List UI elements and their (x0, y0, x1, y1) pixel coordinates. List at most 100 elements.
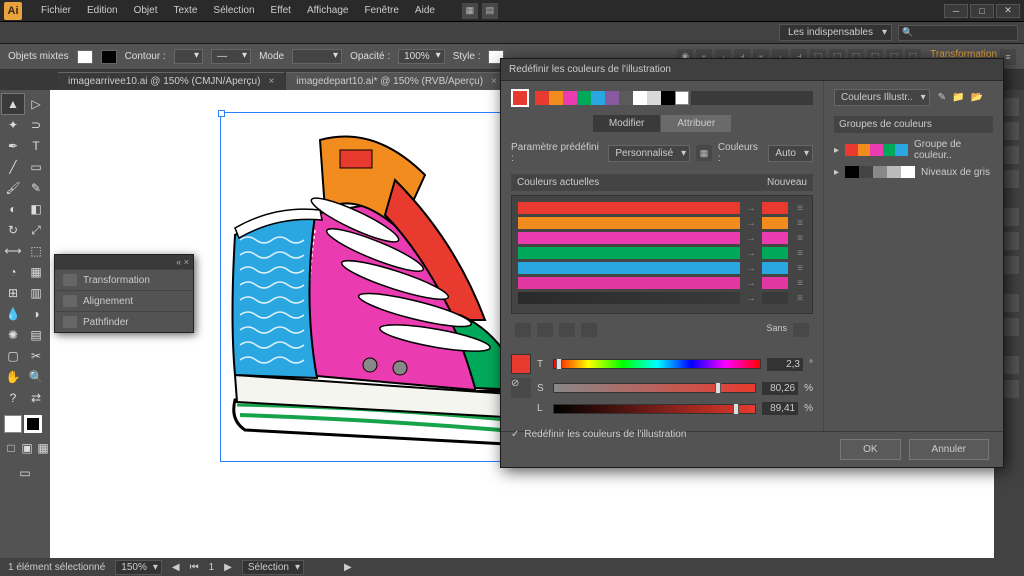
draw-mode-inside[interactable]: ▦ (36, 438, 50, 458)
minimize-button[interactable]: ─ (944, 4, 968, 18)
zoom-dropdown[interactable]: 150% (115, 560, 162, 575)
tab-attribuer[interactable]: Attribuer (661, 115, 731, 132)
menu-aide[interactable]: Aide (408, 2, 442, 19)
scale-tool[interactable]: ⤢ (25, 220, 47, 240)
panel-row-align[interactable]: Alignement (55, 290, 193, 311)
preset-menu-icon[interactable]: ▦ (696, 145, 712, 161)
document-tab-2[interactable]: imagedepart10.ai* @ 150% (RVB/Aperçu)× (286, 72, 507, 90)
swatch[interactable] (661, 91, 675, 105)
checkbox-icon[interactable]: ✓ (511, 429, 519, 440)
draw-mode-behind[interactable]: ▣ (20, 438, 34, 458)
close-tab-icon[interactable]: × (268, 76, 274, 87)
layout-icon[interactable]: ▦ (462, 3, 478, 19)
paintbrush-tool[interactable]: 🖌 (2, 178, 24, 198)
mesh-tool[interactable]: ⊞ (2, 283, 24, 303)
hand-tool[interactable]: ✋ (2, 367, 24, 387)
panel-header[interactable]: « × (55, 255, 193, 269)
merge-icon[interactable] (515, 323, 531, 337)
swatch[interactable] (675, 91, 689, 105)
help-tool[interactable]: ? (2, 388, 24, 408)
hue-slider[interactable] (553, 359, 761, 369)
cancel-button[interactable]: Annuler (909, 439, 989, 460)
folder-new-icon[interactable]: 📂 (971, 92, 983, 103)
rotate-tool[interactable]: ↻ (2, 220, 24, 240)
color-row[interactable]: →≡ (518, 277, 806, 289)
opacity-dropdown[interactable]: 100% (398, 49, 445, 64)
type-tool[interactable]: T (25, 136, 47, 156)
swatch[interactable] (605, 91, 619, 105)
nav-next-icon[interactable]: ▶ (224, 562, 232, 573)
swatch[interactable] (535, 91, 549, 105)
pencil-tool[interactable]: ✎ (25, 178, 47, 198)
edit-icon[interactable]: ✎ (938, 92, 946, 103)
stroke-swatch[interactable] (101, 50, 117, 64)
library-dropdown[interactable]: Couleurs Illustr.. (834, 89, 930, 106)
graph-tool[interactable]: ▤ (25, 325, 47, 345)
menu-texte[interactable]: Texte (167, 2, 205, 19)
drag-handle-icon[interactable]: ≡ (794, 263, 806, 274)
active-swatch[interactable] (511, 89, 529, 107)
menu-effet[interactable]: Effet (264, 2, 298, 19)
color-row[interactable]: →≡ (518, 262, 806, 274)
width-tool[interactable]: ⟷ (2, 241, 24, 261)
stroke-style-dropdown[interactable]: — (211, 49, 251, 64)
tsl-color-swatch[interactable] (511, 354, 531, 374)
document-tab-1[interactable]: imagearrivee10.ai @ 150% (CMJN/Aperçu)× (58, 72, 284, 90)
mode-dropdown[interactable] (292, 49, 342, 64)
eraser-tool[interactable]: ◧ (25, 199, 47, 219)
split-icon[interactable] (537, 323, 553, 337)
new-color-swatch[interactable] (762, 292, 788, 304)
new-color-swatch[interactable] (762, 277, 788, 289)
color-row[interactable]: →≡ (518, 247, 806, 259)
line-tool[interactable]: ╱ (2, 157, 24, 177)
search-input[interactable] (898, 25, 1018, 41)
panel-row-transform[interactable]: Transformation (55, 269, 193, 290)
tool-status[interactable]: Sélection (242, 560, 304, 575)
blend-tool[interactable]: ◑ (25, 304, 47, 324)
blob-brush-tool[interactable]: ◐ (2, 199, 24, 219)
maximize-button[interactable]: □ (970, 4, 994, 18)
panel-row-pathfinder[interactable]: Pathfinder (55, 311, 193, 332)
dialog-titlebar[interactable]: Redéfinir les couleurs de l'illustration (501, 59, 1003, 81)
expand-icon[interactable]: ▸ (834, 167, 839, 178)
toggle-tool[interactable]: ⇄ (25, 388, 47, 408)
free-transform-tool[interactable]: ⬚ (25, 241, 47, 261)
lum-value[interactable]: 89,41 (762, 402, 798, 415)
color-group-1[interactable]: ▸ Groupe de couleur.. (834, 139, 993, 161)
swatch[interactable] (619, 91, 633, 105)
new-color-swatch[interactable] (762, 202, 788, 214)
menu-edition[interactable]: Edition (80, 2, 125, 19)
drag-handle-icon[interactable]: ≡ (794, 203, 806, 214)
tab-modifier[interactable]: Modifier (593, 115, 661, 132)
swatch[interactable] (549, 91, 563, 105)
folder-icon[interactable]: 📁 (952, 92, 964, 103)
colors-dropdown[interactable]: Auto (768, 145, 813, 162)
new-row-icon[interactable] (581, 323, 597, 337)
direct-selection-tool[interactable]: ▷ (25, 94, 47, 114)
swatch[interactable] (577, 91, 591, 105)
link-icon[interactable]: ⊘ (511, 378, 531, 398)
scroll-right-icon[interactable]: ▶ (344, 562, 352, 573)
menu-affichage[interactable]: Affichage (300, 2, 356, 19)
close-tab-icon[interactable]: × (491, 76, 497, 87)
color-row[interactable]: →≡ (518, 232, 806, 244)
perspective-tool[interactable]: ▦ (25, 262, 47, 282)
menu-objet[interactable]: Objet (127, 2, 165, 19)
artboard-tool[interactable]: ▢ (2, 346, 24, 366)
stroke-weight-dropdown[interactable] (174, 49, 203, 64)
menu-selection[interactable]: Sélection (206, 2, 261, 19)
new-color-swatch[interactable] (762, 262, 788, 274)
lum-slider[interactable] (553, 404, 756, 414)
swatch[interactable] (633, 91, 647, 105)
magic-wand-tool[interactable]: ✦ (2, 115, 24, 135)
expand-icon[interactable]: ▸ (834, 145, 839, 156)
slice-tool[interactable]: ✂ (25, 346, 47, 366)
drag-handle-icon[interactable]: ≡ (794, 278, 806, 289)
shape-builder-tool[interactable]: ◔ (2, 262, 24, 282)
recolor-checkbox-row[interactable]: ✓ Redéfinir les couleurs de l'illustrati… (511, 429, 813, 440)
fill-swatch[interactable] (77, 50, 93, 64)
hue-value[interactable]: 2,3 (767, 358, 803, 371)
lasso-tool[interactable]: ⊃ (25, 115, 47, 135)
menu-fenetre[interactable]: Fenêtre (357, 2, 405, 19)
new-color-swatch[interactable] (762, 232, 788, 244)
